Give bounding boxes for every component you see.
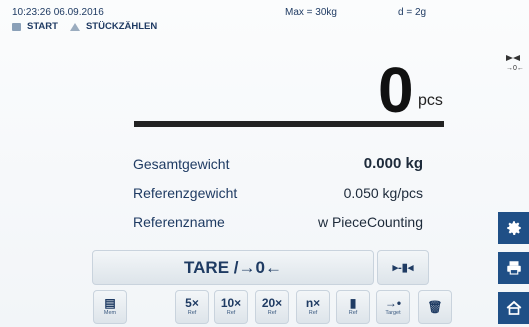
scale-screen: 10:23:26 06.09.2016 Max = 30kg d = 2g ST…	[0, 0, 529, 327]
info-value: 0.050 kg/pcs	[343, 184, 423, 201]
button-main-label: 5×	[185, 296, 199, 311]
info-label: Referenzgewicht	[133, 184, 238, 201]
target-icon: →•	[384, 296, 402, 311]
delete-button[interactable]: 🗑	[418, 290, 452, 324]
button-sub-label: Ref	[187, 310, 197, 317]
button-sub-label: Ref	[267, 310, 277, 317]
breadcrumb: START STÜCKZÄHLEN	[12, 21, 157, 32]
trash-icon: 🗑	[427, 300, 443, 314]
target-button[interactable]: →• Target	[376, 290, 410, 324]
printer-icon	[506, 261, 521, 275]
warning-icon	[69, 22, 80, 31]
info-label: Referenzname	[133, 213, 225, 230]
info-value: w PieceCounting	[317, 213, 423, 230]
home-button[interactable]	[498, 292, 529, 324]
info-row-total: Gesamtgewicht 0.000 kg	[133, 149, 423, 178]
side-indicator: →0←	[506, 55, 524, 72]
button-sub-label: Ref	[348, 310, 358, 317]
weight-icon: ▮	[349, 296, 357, 311]
weight-reading: 0	[378, 54, 414, 126]
reading-unit: pcs	[418, 92, 443, 109]
settings-button[interactable]	[498, 212, 529, 244]
info-panel: Gesamtgewicht 0.000 kg Referenzgewicht 0…	[133, 149, 423, 236]
zero-indicator-label: →0←	[506, 65, 524, 72]
zero-button[interactable]: ▸-▮◂	[377, 250, 429, 285]
bowtie-icon	[506, 55, 520, 61]
print-button[interactable]	[498, 252, 529, 284]
ref-20-button[interactable]: 20× Ref	[255, 290, 289, 324]
ref-10-button[interactable]: 10× Ref	[214, 290, 248, 324]
tare-button[interactable]: TARE /→0←	[92, 250, 374, 285]
button-sub-label: Mem	[103, 310, 117, 317]
info-row-ref-weight: Referenzgewicht 0.050 kg/pcs	[133, 178, 423, 207]
home-icon	[506, 300, 521, 315]
button-sub-label: Ref	[226, 310, 236, 317]
ref-n-button[interactable]: n× Ref	[296, 290, 330, 324]
info-row-ref-name: Referenzname w PieceCounting	[133, 207, 423, 236]
memory-icon: ▤	[104, 296, 116, 311]
gear-icon	[506, 221, 521, 235]
breadcrumb-mode: STÜCKZÄHLEN	[85, 21, 158, 32]
button-main-label: 10×	[220, 296, 242, 311]
memory-button[interactable]: ▤ Mem	[93, 290, 127, 324]
info-label: Gesamtgewicht	[133, 155, 230, 172]
button-sub-label: Ref	[308, 310, 318, 317]
capacity-bar	[134, 121, 444, 127]
datetime: 10:23:26 06.09.2016	[12, 7, 104, 18]
ref-weight-button[interactable]: ▮ Ref	[336, 290, 370, 324]
button-sub-label: Target	[385, 310, 401, 317]
button-main-label: 20×	[261, 296, 283, 311]
start-icon	[12, 22, 21, 31]
division: d = 2g	[398, 7, 427, 18]
ref-5-button[interactable]: 5× Ref	[175, 290, 209, 324]
info-value: 0.000 kg	[363, 155, 423, 172]
button-main-label: n×	[305, 296, 321, 311]
max-capacity: Max = 30kg	[285, 7, 337, 18]
breadcrumb-start[interactable]: START	[27, 21, 58, 32]
